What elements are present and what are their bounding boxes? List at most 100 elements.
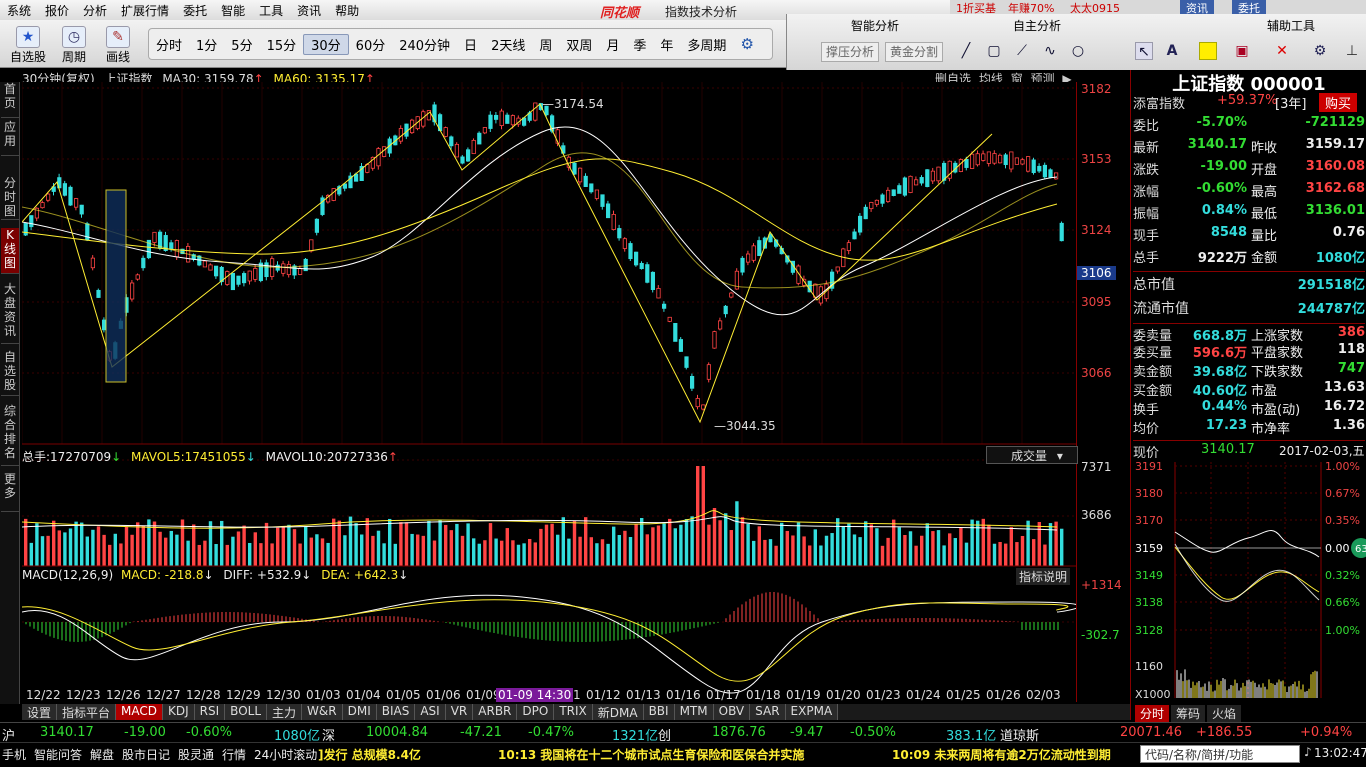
settings-icon[interactable]: ⚙ bbox=[733, 35, 760, 53]
period-tab[interactable]: 周 bbox=[532, 35, 559, 54]
sound-icon[interactable]: ♪ bbox=[1304, 745, 1312, 759]
support-analysis-button[interactable]: 撑压分析 bbox=[821, 42, 880, 62]
indicator-tab[interactable]: 设置 bbox=[22, 704, 58, 720]
period-tab[interactable]: 季 bbox=[626, 35, 653, 54]
indicator-tab[interactable]: DPO bbox=[517, 704, 555, 720]
volume-dropdown[interactable]: 成交量 ▾ bbox=[986, 446, 1078, 464]
indicator-tab[interactable]: VR bbox=[445, 704, 474, 720]
indicator-tab[interactable]: TRIX bbox=[554, 704, 593, 720]
status-24h[interactable]: 24小时滚动 bbox=[254, 746, 317, 763]
delete-tool-icon[interactable]: ✕ bbox=[1273, 42, 1291, 60]
indicator-tab[interactable]: 指标平台 bbox=[57, 704, 117, 720]
status-quotes[interactable]: 行情 bbox=[222, 746, 246, 763]
period-tab-selected[interactable]: 30分 bbox=[303, 33, 349, 55]
golden-section-button[interactable]: 黄金分割 bbox=[885, 42, 944, 62]
line-tool-icon[interactable]: ╱ bbox=[957, 42, 975, 60]
indicator-tab[interactable]: ASI bbox=[415, 704, 446, 720]
indicator-tab[interactable]: ARBR bbox=[473, 704, 518, 720]
status-mobile[interactable]: 手机 bbox=[2, 746, 26, 763]
period-tab[interactable]: 分时 bbox=[149, 35, 189, 54]
mini-tab-chips[interactable]: 筹码 bbox=[1171, 705, 1206, 722]
period-tab[interactable]: 15分 bbox=[260, 35, 304, 54]
period-tab[interactable]: 60分 bbox=[349, 35, 393, 54]
indicator-tab[interactable]: DMI bbox=[342, 704, 377, 720]
trend-tool-icon[interactable]: ⟋ bbox=[1013, 42, 1031, 60]
draw-button[interactable]: ✎ 画线 bbox=[100, 26, 136, 65]
search-input[interactable]: 代码/名称/简拼/功能 bbox=[1140, 745, 1300, 763]
rect-tool-icon[interactable]: ▢ bbox=[985, 42, 1003, 60]
side-tab-market-news[interactable]: 大盘资讯 bbox=[1, 282, 19, 344]
indicator-tab[interactable]: 主力 bbox=[267, 704, 303, 720]
side-tab-more[interactable]: 更多 bbox=[1, 472, 19, 512]
news-item[interactable]: ]发行 总规模8.4亿 bbox=[318, 746, 421, 763]
wave-tool-icon[interactable]: ∿ bbox=[1041, 42, 1059, 60]
mini-timeshare-chart[interactable]: 3191 3180 3170 3159 3149 3138 3128 1160 … bbox=[1131, 462, 1366, 706]
menu-help[interactable]: 帮助 bbox=[328, 2, 366, 19]
zixuan-button[interactable]: ★ 自选股 bbox=[8, 26, 48, 65]
period-tab[interactable]: 多周期 bbox=[680, 35, 733, 54]
period-tab[interactable]: 年 bbox=[653, 35, 680, 54]
date-tick: 12/26 bbox=[106, 688, 141, 702]
menu-extended[interactable]: 扩展行情 bbox=[114, 2, 176, 19]
side-tab-app[interactable]: 应用 bbox=[1, 120, 19, 156]
menu-smart[interactable]: 智能 bbox=[214, 2, 252, 19]
indicator-tab[interactable]: MACD bbox=[116, 704, 164, 720]
period-tab[interactable]: 1分 bbox=[189, 35, 224, 54]
news-item[interactable]: 10:09 未来两周将有逾2万亿流动性到期 bbox=[892, 746, 1111, 763]
volume-bar bbox=[197, 544, 201, 566]
period-tab[interactable]: 双周 bbox=[559, 35, 599, 54]
menu-system[interactable]: 系统 bbox=[0, 2, 38, 19]
cursor-tool-icon[interactable]: ↖ bbox=[1135, 42, 1153, 60]
indicator-tab[interactable]: RSI bbox=[194, 704, 226, 720]
status-diary[interactable]: 股市日记 bbox=[122, 746, 170, 763]
settings-gear-icon[interactable]: ⚙ bbox=[1311, 42, 1329, 60]
menu-news[interactable]: 资讯 bbox=[290, 2, 328, 19]
indicator-tab[interactable]: BOLL bbox=[225, 704, 268, 720]
indicator-tab[interactable]: EXPMA bbox=[785, 704, 839, 720]
period-tab[interactable]: 月 bbox=[599, 35, 626, 54]
status-review[interactable]: 解盘 bbox=[90, 746, 114, 763]
color-picker-icon[interactable] bbox=[1199, 42, 1217, 60]
indicator-tab[interactable]: SAR bbox=[750, 704, 786, 720]
mini-right-tick: 1.00% bbox=[1325, 462, 1360, 473]
indicator-tab[interactable]: KDJ bbox=[163, 704, 195, 720]
circle-tool-icon[interactable]: ○ bbox=[1069, 42, 1087, 60]
indicator-tab[interactable]: BBI bbox=[643, 704, 675, 720]
side-tab-watchlist[interactable]: 自选股 bbox=[1, 350, 19, 396]
indicator-tab[interactable]: BIAS bbox=[376, 704, 416, 720]
period-tab[interactable]: 日 bbox=[457, 35, 484, 54]
period-tab[interactable]: 5分 bbox=[224, 35, 259, 54]
period-button[interactable]: ◷ 周期 bbox=[56, 26, 92, 65]
status-gulingtong[interactable]: 股灵通 bbox=[178, 746, 214, 763]
volume-bar bbox=[91, 529, 95, 566]
indicator-tab[interactable]: 新DMA bbox=[592, 704, 644, 720]
menu-analysis[interactable]: 分析 bbox=[76, 2, 114, 19]
side-tab-ranking[interactable]: 综合排名 bbox=[1, 404, 19, 466]
pin-icon[interactable]: ⊥ bbox=[1343, 42, 1361, 60]
float-cap-value: 244787亿 bbox=[1297, 302, 1365, 317]
side-tab-kline[interactable]: K线图 bbox=[1, 228, 19, 274]
mini-tab-flame[interactable]: 火焰 bbox=[1207, 705, 1242, 722]
period-tab[interactable]: 240分钟 bbox=[392, 35, 457, 54]
status-qa[interactable]: 智能问答 bbox=[34, 746, 82, 763]
period-tab[interactable]: 2天线 bbox=[484, 35, 532, 54]
mini-tab-timeshare[interactable]: 分时 bbox=[1135, 705, 1170, 722]
indicator-tab[interactable]: W&R bbox=[302, 704, 343, 720]
side-tab-home[interactable]: 首页 bbox=[1, 82, 19, 118]
indicator-help-button[interactable]: 指标说明 bbox=[1016, 568, 1071, 585]
price-tick: 3124 bbox=[1081, 223, 1112, 237]
indicator-tab[interactable]: OBV bbox=[713, 704, 751, 720]
menu-trade[interactable]: 委托 bbox=[176, 2, 214, 19]
weibi-label: 委比 bbox=[1133, 119, 1160, 134]
save-tool-icon[interactable]: ▣ bbox=[1233, 42, 1251, 60]
news-item[interactable]: 10:13 我国将在十二个城市试点生育保险和医保合并实施 bbox=[498, 746, 804, 763]
indicator-tab[interactable]: MTM bbox=[674, 704, 714, 720]
candle bbox=[589, 183, 594, 193]
menu-quote[interactable]: 报价 bbox=[38, 2, 76, 19]
menu-tools[interactable]: 工具 bbox=[252, 2, 290, 19]
side-tab-timeshare[interactable]: 分时图 bbox=[1, 176, 19, 220]
text-tool-icon[interactable]: A bbox=[1163, 42, 1181, 60]
kline-chart[interactable]: —3174.54 —3044.35 bbox=[22, 82, 1076, 704]
buy-button[interactable]: 购买 bbox=[1319, 93, 1358, 112]
low-value: 3136.01 bbox=[1305, 203, 1365, 218]
